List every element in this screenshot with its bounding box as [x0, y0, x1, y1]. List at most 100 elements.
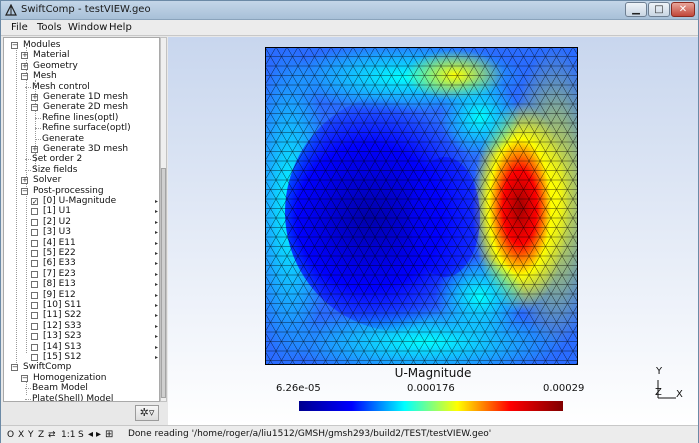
collapse-icon[interactable]: −: [21, 73, 28, 81]
info-icon[interactable]: ⊞: [105, 429, 113, 440]
scale-1-1-button[interactable]: 1:1: [61, 430, 75, 440]
submenu-arrow-icon[interactable]: ▸: [155, 227, 158, 238]
tree-item-checkbox[interactable]: [31, 270, 38, 278]
tree-item[interactable]: ▸ [13] S23: [4, 331, 159, 342]
submenu-arrow-icon[interactable]: ▸: [155, 269, 158, 280]
submenu-arrow-icon[interactable]: ▸: [155, 279, 158, 290]
tree-item-checkbox[interactable]: [31, 291, 38, 299]
tree-item-checkbox[interactable]: [31, 322, 38, 330]
expand-icon[interactable]: +: [21, 62, 28, 70]
view-z-button[interactable]: Z: [38, 430, 44, 440]
tree-item[interactable]: ▸ [14] S13: [4, 342, 159, 353]
collapse-icon[interactable]: −: [11, 364, 18, 372]
tree-item-checkbox[interactable]: ✓: [31, 198, 38, 206]
tree-item[interactable]: − Modules: [4, 40, 159, 51]
collapse-icon[interactable]: −: [31, 104, 38, 112]
submenu-arrow-icon[interactable]: ▸: [155, 321, 158, 332]
submenu-arrow-icon[interactable]: ▸: [155, 300, 158, 311]
submenu-arrow-icon[interactable]: ▸: [155, 331, 158, 342]
tree-scroll-thumb[interactable]: [161, 168, 166, 398]
select-button[interactable]: S: [78, 430, 84, 440]
tree-item[interactable]: Set order 2: [4, 154, 159, 165]
tree-item[interactable]: ▸ [9] E12: [4, 290, 159, 301]
tree-item[interactable]: Mesh control: [4, 82, 159, 93]
menu-window[interactable]: Window: [68, 22, 107, 33]
tree-item[interactable]: + Material: [4, 50, 159, 61]
close-button[interactable]: ✕: [671, 2, 695, 17]
collapse-icon[interactable]: −: [11, 42, 18, 49]
tree-item[interactable]: Plate(Shell) Model: [4, 394, 159, 401]
submenu-arrow-icon[interactable]: ▸: [155, 290, 158, 301]
tree-item-checkbox[interactable]: [31, 239, 38, 247]
collapse-icon[interactable]: −: [21, 374, 28, 382]
tree-item[interactable]: ▸ [2] U2: [4, 217, 159, 228]
submenu-arrow-icon[interactable]: ▸: [155, 238, 158, 249]
view-origin-button[interactable]: O: [7, 430, 14, 440]
tree-item[interactable]: Refine lines(optl): [4, 113, 159, 124]
tree-item[interactable]: ▸ [7] E23: [4, 269, 159, 280]
tree-item[interactable]: ▸ [10] S11: [4, 300, 159, 311]
submenu-arrow-icon[interactable]: ▸: [155, 258, 158, 269]
view-x-button[interactable]: X: [18, 430, 24, 440]
expand-icon[interactable]: +: [31, 146, 38, 153]
tree-item-checkbox[interactable]: [31, 302, 38, 309]
tree-item[interactable]: − SwiftComp: [4, 362, 159, 373]
tree-item[interactable]: Size fields: [4, 165, 159, 176]
tree-item-checkbox[interactable]: [31, 281, 38, 289]
submenu-arrow-icon[interactable]: ▸: [155, 342, 158, 353]
tree-item[interactable]: ▸ [4] E11: [4, 238, 159, 249]
tree-item[interactable]: + Generate 1D mesh: [4, 92, 159, 103]
view-y-button[interactable]: Y: [28, 430, 34, 440]
tree-item[interactable]: − Mesh: [4, 71, 159, 82]
tree-item[interactable]: ▸ [3] U3: [4, 227, 159, 238]
tree-item-checkbox[interactable]: [31, 208, 38, 216]
nav-left-icon[interactable]: ◂: [88, 429, 93, 440]
tree-item[interactable]: Refine surface(optl): [4, 123, 159, 134]
tree-item-checkbox[interactable]: [31, 218, 38, 226]
submenu-arrow-icon[interactable]: ▸: [155, 352, 158, 363]
minimize-button[interactable]: ▁: [625, 2, 647, 17]
submenu-arrow-icon[interactable]: ▸: [155, 206, 158, 217]
tree-item-checkbox[interactable]: [31, 333, 38, 341]
tree-item-checkbox[interactable]: [31, 250, 38, 257]
tree-scrollbar[interactable]: [160, 37, 167, 402]
submenu-arrow-icon[interactable]: ▸: [155, 217, 158, 228]
menu-help[interactable]: Help: [109, 22, 132, 33]
nav-right-icon[interactable]: ▸: [96, 429, 101, 440]
collapse-icon[interactable]: −: [21, 187, 28, 195]
tree-item[interactable]: Generate: [4, 134, 159, 145]
tree-item[interactable]: + Solver: [4, 175, 159, 186]
tree-item[interactable]: ▸ [8] E13: [4, 279, 159, 290]
tree-item[interactable]: ▸ [5] E22: [4, 248, 159, 259]
expand-icon[interactable]: +: [31, 94, 38, 101]
tree-options-button[interactable]: ✲▿: [135, 405, 159, 421]
expand-icon[interactable]: +: [21, 52, 28, 60]
tree-item[interactable]: − Post-processing: [4, 186, 159, 197]
tree-item[interactable]: − Homogenization: [4, 373, 159, 384]
tree-item-checkbox[interactable]: [31, 312, 38, 320]
tree-item[interactable]: ▸ [6] E33: [4, 258, 159, 269]
tree-item[interactable]: ▸ [15] S12: [4, 352, 159, 363]
graphics-viewport[interactable]: U-Magnitude 6.26e-05 0.000176 0.00029 Y …: [168, 37, 698, 425]
tree-item-checkbox[interactable]: [31, 260, 38, 268]
title-bar[interactable]: SwiftComp - testVIEW.geo ▁ □ ✕: [1, 1, 698, 20]
tree-item[interactable]: ✓ ▸ [0] U-Magnitude: [4, 196, 159, 207]
tree-item[interactable]: + Geometry: [4, 61, 159, 72]
tree-item-checkbox[interactable]: [31, 343, 38, 351]
menu-file[interactable]: File: [11, 22, 28, 33]
submenu-arrow-icon[interactable]: ▸: [155, 310, 158, 321]
tree-item[interactable]: ▸ [11] S22: [4, 310, 159, 321]
submenu-arrow-icon[interactable]: ▸: [155, 196, 158, 207]
tree-item-checkbox[interactable]: [31, 354, 38, 361]
tree-item[interactable]: Beam Model: [4, 383, 159, 394]
tree-item[interactable]: + Generate 3D mesh: [4, 144, 159, 155]
submenu-arrow-icon[interactable]: ▸: [155, 248, 158, 259]
rotate-icon[interactable]: ⇄: [48, 430, 56, 440]
tree-item[interactable]: ▸ [12] S33: [4, 321, 159, 332]
maximize-button[interactable]: □: [648, 2, 670, 17]
tree-item[interactable]: − Generate 2D mesh: [4, 102, 159, 113]
menu-tools[interactable]: Tools: [37, 22, 62, 33]
tree-item[interactable]: ▸ [1] U1: [4, 206, 159, 217]
tree-item-checkbox[interactable]: [31, 229, 38, 237]
expand-icon[interactable]: +: [21, 177, 28, 185]
